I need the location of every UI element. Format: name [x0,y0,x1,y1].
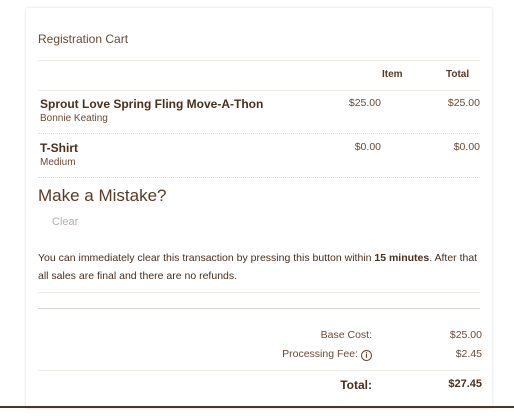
column-header-item: Item [382,69,403,80]
item-total: $0.00 [453,141,480,153]
item-price: $25.00 [348,97,381,109]
info-icon[interactable]: i [361,350,372,361]
base-cost-label: Base Cost: [320,329,372,341]
processing-fee-label: Processing Fee: [282,348,358,360]
divider [38,292,480,293]
base-cost-value: $25.00 [449,329,482,341]
processing-fee-label-group: Processing Fee: i [172,348,372,361]
total-label: Total: [340,378,372,392]
mistake-heading: Make a Mistake? [38,186,167,205]
refund-notice: You can immediately clear this transacti… [38,249,482,285]
item-name: T-Shirt [40,141,78,155]
notice-text: You can immediately clear this transacti… [38,252,375,264]
item-price: $0.00 [354,141,381,153]
item-participant: Bonnie Keating [40,113,108,124]
total-value: $27.45 [448,378,482,390]
notice-deadline: 15 minutes [374,252,430,264]
divider [38,177,480,178]
column-header-total: Total [446,69,470,80]
processing-fee-value: $2.45 [455,348,482,360]
registration-cart-card: Registration Cart Item Total Sprout Love… [26,8,492,408]
divider [38,133,480,134]
divider [38,90,480,91]
item-option: Medium [40,157,76,168]
divider [38,370,480,371]
summary-divider [38,308,480,309]
bottom-border [0,406,514,408]
item-name: Sprout Love Spring Fling Move-A-Thon [40,97,264,111]
divider [38,60,480,61]
clear-button[interactable]: Clear [46,213,84,231]
cart-title: Registration Cart [38,32,129,46]
item-total: $25.00 [447,97,480,109]
